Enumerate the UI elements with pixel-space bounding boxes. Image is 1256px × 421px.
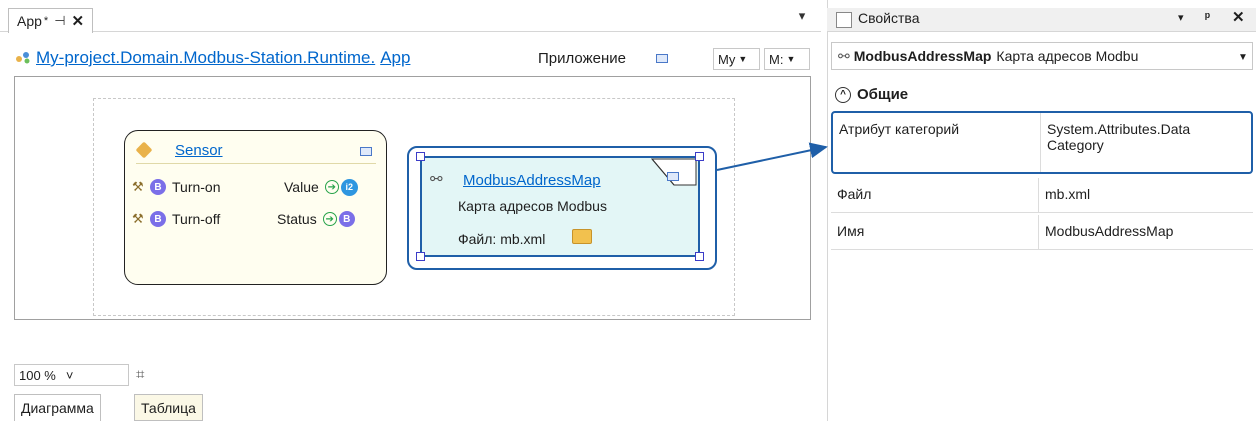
chevron-down-icon: ˅ bbox=[65, 367, 74, 383]
close-icon[interactable]: ✕ bbox=[72, 12, 85, 30]
breadcrumb[interactable]: My-project.Domain.Modbus-Station.Runtime… bbox=[36, 48, 410, 68]
pin-icon[interactable]: ᵖ bbox=[1205, 9, 1210, 24]
output-arrow-icon: ➔ bbox=[322, 212, 337, 226]
sensor-input-label: Turn-off bbox=[172, 211, 221, 227]
sensor-input-row[interactable]: ⚒ B Turn-off bbox=[132, 208, 220, 230]
object-type-label: Приложение bbox=[538, 50, 626, 67]
object-type-icon bbox=[656, 54, 668, 63]
breadcrumb-path[interactable]: My-project.Domain.Modbus-Station.Runtime… bbox=[36, 48, 375, 67]
tab-diagram[interactable]: Диаграмма bbox=[14, 394, 101, 421]
sensor-block-header bbox=[136, 140, 376, 164]
resize-handle[interactable] bbox=[695, 152, 704, 161]
property-row[interactable]: Имя ModbusAddressMap bbox=[831, 215, 1253, 250]
modbus-block-file: Файл: mb.xml bbox=[458, 231, 546, 247]
property-row[interactable]: Атрибут категорий System.Attributes.Data… bbox=[831, 111, 1253, 174]
property-value[interactable]: ModbusAddressMap bbox=[1039, 215, 1253, 249]
member-combo-1[interactable]: My ▼ bbox=[713, 48, 760, 70]
properties-title: Свойства bbox=[858, 10, 920, 26]
block-type-icon bbox=[360, 147, 372, 156]
property-name: Имя bbox=[831, 215, 1039, 249]
bool-type-icon: B bbox=[338, 211, 355, 227]
sensor-input-row[interactable]: ⚒ B Turn-on bbox=[132, 176, 221, 198]
property-name: Файл bbox=[831, 178, 1039, 212]
chevron-down-icon: ▼ bbox=[1238, 52, 1248, 63]
modbus-block-subtitle: Карта адресов Modbus bbox=[458, 198, 607, 214]
document-tab-strip bbox=[0, 0, 821, 32]
sensor-output-label: Value bbox=[284, 179, 319, 195]
project-icon bbox=[15, 50, 31, 64]
breadcrumb-current[interactable]: App bbox=[380, 48, 410, 67]
object-selector[interactable]: ⚯ ModbusAddressMap Карта адресов Modbu bbox=[831, 42, 1253, 70]
grid-icon[interactable]: ⌗ bbox=[136, 366, 144, 383]
property-row[interactable]: Файл mb.xml bbox=[831, 178, 1253, 213]
chevron-down-icon[interactable]: ▾ bbox=[1178, 11, 1184, 24]
sensor-input-label: Turn-on bbox=[172, 179, 221, 195]
object-name: ModbusAddressMap bbox=[853, 48, 992, 64]
tab-table[interactable]: Таблица bbox=[134, 394, 203, 421]
tab-overflow-icon[interactable]: ▾ bbox=[793, 8, 811, 28]
member-combo-2-value: M: bbox=[769, 51, 784, 67]
collapse-icon[interactable]: ^ bbox=[835, 86, 851, 103]
chevron-down-icon: ▼ bbox=[786, 54, 796, 64]
address-map-icon: ⚯ bbox=[430, 171, 443, 188]
resize-handle[interactable] bbox=[695, 252, 704, 261]
bool-type-icon: B bbox=[150, 211, 166, 227]
chevron-down-icon: ▼ bbox=[738, 54, 748, 64]
output-arrow-icon: ➔ bbox=[324, 180, 339, 194]
properties-icon bbox=[836, 12, 852, 28]
member-combo-1-value: My bbox=[718, 51, 736, 67]
bool-type-icon: B bbox=[150, 179, 166, 195]
sensor-block-title[interactable]: Sensor bbox=[175, 142, 223, 159]
property-name: Атрибут категорий bbox=[833, 113, 1041, 172]
modified-mark: * bbox=[43, 15, 49, 27]
address-map-icon: ⚯ bbox=[838, 47, 850, 64]
member-combo-2[interactable]: M: ▼ bbox=[764, 48, 810, 70]
zoom-combo[interactable]: 100 % ˅ bbox=[14, 364, 129, 386]
property-value[interactable]: System.Attributes.Data Category bbox=[1041, 113, 1255, 172]
folder-icon[interactable] bbox=[572, 229, 592, 244]
block-type-icon bbox=[667, 172, 679, 181]
close-icon[interactable]: ✕ bbox=[1232, 8, 1245, 26]
sensor-output-row[interactable]: Status ➔ B bbox=[277, 208, 355, 230]
sensor-output-row[interactable]: Value ➔ i2 bbox=[284, 176, 358, 198]
property-value[interactable]: mb.xml bbox=[1039, 178, 1253, 212]
object-type: Карта адресов Modbu bbox=[996, 48, 1139, 64]
input-wrench-icon: ⚒ bbox=[132, 211, 144, 226]
property-group-header[interactable]: ^ Общие bbox=[835, 86, 908, 103]
zoom-value: 100 % bbox=[19, 367, 56, 383]
document-tab-app[interactable]: App * ⊣ ✕ bbox=[8, 8, 94, 33]
document-tab-label: App bbox=[17, 13, 42, 29]
modbus-block-title[interactable]: ModbusAddressMap bbox=[463, 172, 601, 189]
pin-icon[interactable]: ⊣ bbox=[54, 13, 65, 29]
resize-handle[interactable] bbox=[416, 252, 425, 261]
input-wrench-icon: ⚒ bbox=[132, 179, 144, 194]
resize-handle[interactable] bbox=[416, 152, 425, 161]
sensor-output-label: Status bbox=[277, 211, 317, 227]
property-group-label: Общие bbox=[857, 86, 909, 103]
int-type-icon: i2 bbox=[340, 178, 358, 196]
